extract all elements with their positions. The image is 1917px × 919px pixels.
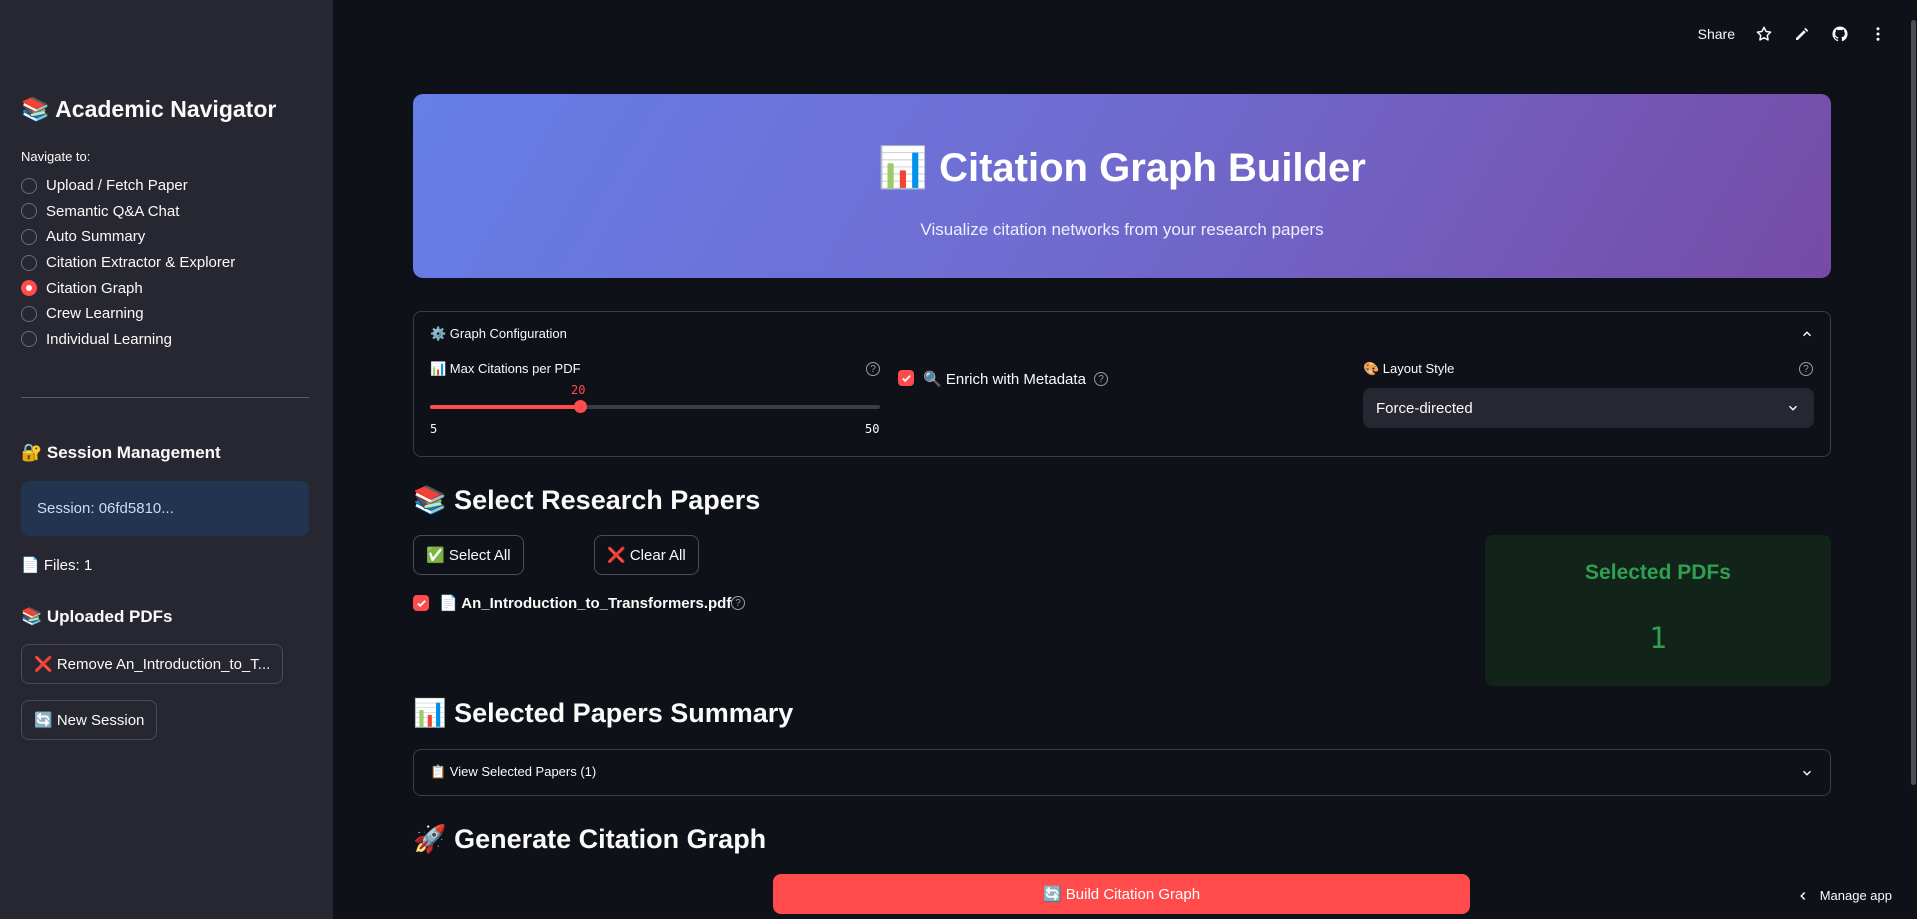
enrich-metadata-label: 🔍 Enrich with Metadata <box>923 371 1086 388</box>
more-vertical-icon[interactable] <box>1869 25 1887 43</box>
uploaded-pdfs-heading: 📚 Uploaded PDFs <box>21 607 173 626</box>
sidebar-divider <box>21 397 309 398</box>
summary-heading: 📊 Selected Papers Summary <box>413 698 794 728</box>
sidebar: 📚 Academic Navigator Navigate to: Upload… <box>0 0 333 919</box>
metric-value: 1 <box>1649 621 1667 655</box>
share-button[interactable]: Share <box>1698 26 1735 42</box>
view-selected-papers-expander[interactable]: 📋 View Selected Papers (1) <box>413 749 1831 796</box>
page-subtitle: Visualize citation networks from your re… <box>920 220 1324 239</box>
radio-button[interactable] <box>21 331 37 348</box>
radio-button[interactable] <box>21 254 37 271</box>
metric-title: Selected PDFs <box>1585 561 1731 584</box>
help-icon[interactable]: ? <box>1094 372 1108 386</box>
selected-pdfs-metric: Selected PDFs 1 <box>1485 535 1831 686</box>
expander-header[interactable]: 📋 View Selected Papers (1) <box>430 764 596 780</box>
scrollbar[interactable] <box>1911 0 1917 919</box>
build-citation-graph-button[interactable]: 🔄 Build Citation Graph <box>773 874 1470 914</box>
manage-app-button[interactable]: Manage app <box>1796 888 1892 903</box>
paper-checkbox[interactable] <box>413 595 429 611</box>
new-session-button[interactable]: 🔄 New Session <box>21 700 158 740</box>
select-all-button[interactable]: ✅ Select All <box>413 535 524 575</box>
files-count: 📄 Files: 1 <box>21 557 93 574</box>
nav-item-label: Upload / Fetch Paper <box>46 177 188 195</box>
help-icon[interactable]: ? <box>866 362 880 376</box>
nav-item-label: Citation Extractor & Explorer <box>46 254 236 272</box>
github-icon[interactable] <box>1831 25 1849 43</box>
chevron-up-icon[interactable] <box>1800 327 1814 341</box>
nav-item-upload-fetch-paper[interactable]: Upload / Fetch Paper <box>21 173 235 199</box>
session-id-text: Session: 06fd5810... <box>37 500 174 517</box>
nav-item-citation-extractor[interactable]: Citation Extractor & Explorer <box>21 250 235 276</box>
manage-app-label: Manage app <box>1819 888 1892 903</box>
nav-item-label: Citation Graph <box>46 279 143 297</box>
nav-item-label: Semantic Q&A Chat <box>46 202 180 220</box>
nav-item-label: Individual Learning <box>46 330 172 348</box>
radio-button[interactable] <box>21 203 37 220</box>
nav-item-label: Crew Learning <box>46 305 144 323</box>
layout-style-value: Force-directed <box>1376 399 1473 417</box>
page-title: 📊 Citation Graph Builder <box>878 146 1366 190</box>
help-icon[interactable]: ? <box>731 596 745 610</box>
clear-all-button[interactable]: ❌ Clear All <box>594 535 699 575</box>
nav-radio-group: Upload / Fetch Paper Semantic Q&A Chat A… <box>21 173 235 352</box>
paper-label: 📄 An_Introduction_to_Transformers.pdf <box>439 595 732 612</box>
app-toolbar: Share <box>1698 22 1887 46</box>
nav-item-individual-learning[interactable]: Individual Learning <box>21 327 235 353</box>
nav-item-crew-learning[interactable]: Crew Learning <box>21 301 235 327</box>
max-citations-slider[interactable] <box>430 400 880 413</box>
layout-style-select[interactable]: Force-directed <box>1363 388 1814 428</box>
select-papers-heading: 📚 Select Research Papers <box>413 485 761 515</box>
nav-item-semantic-qa-chat[interactable]: Semantic Q&A Chat <box>21 199 235 225</box>
chevron-left-icon <box>1796 889 1810 903</box>
app-title: 📚 Academic Navigator <box>21 96 277 122</box>
expander-header[interactable]: ⚙️ Graph Configuration <box>430 326 567 342</box>
nav-item-label: Auto Summary <box>46 228 146 246</box>
scrollbar-thumb[interactable] <box>1911 20 1916 785</box>
slider-fill <box>430 405 580 409</box>
slider-thumb[interactable] <box>573 400 587 413</box>
slider-value: 20 <box>571 383 586 397</box>
session-info-box: Session: 06fd5810... <box>21 481 309 536</box>
layout-style-label: 🎨 Layout Style <box>1363 361 1455 376</box>
hero-banner: 📊 Citation Graph Builder Visualize citat… <box>413 94 1831 278</box>
session-heading: 🔐 Session Management <box>21 443 221 462</box>
remove-pdf-button[interactable]: ❌ Remove An_Introduction_to_T... <box>21 644 284 684</box>
star-icon[interactable] <box>1755 25 1773 43</box>
max-citations-label: 📊 Max Citations per PDF <box>430 361 581 376</box>
nav-item-auto-summary[interactable]: Auto Summary <box>21 224 235 250</box>
chevron-down-icon <box>1786 401 1800 415</box>
radio-button[interactable] <box>21 177 37 194</box>
help-icon[interactable]: ? <box>1799 362 1813 376</box>
slider-max-label: 50 <box>865 422 880 436</box>
generate-heading: 🚀 Generate Citation Graph <box>413 824 767 854</box>
radio-button-selected[interactable] <box>21 280 37 297</box>
radio-button[interactable] <box>21 228 37 245</box>
slider-min-label: 5 <box>430 422 438 436</box>
chevron-down-icon[interactable] <box>1800 766 1814 780</box>
graph-configuration-expander: ⚙️ Graph Configuration 📊 Max Citations p… <box>413 311 1831 457</box>
nav-label: Navigate to: <box>21 149 91 164</box>
enrich-metadata-checkbox[interactable] <box>898 370 914 386</box>
nav-item-citation-graph[interactable]: Citation Graph <box>21 275 235 301</box>
edit-icon[interactable] <box>1793 25 1811 43</box>
radio-button[interactable] <box>21 305 37 322</box>
